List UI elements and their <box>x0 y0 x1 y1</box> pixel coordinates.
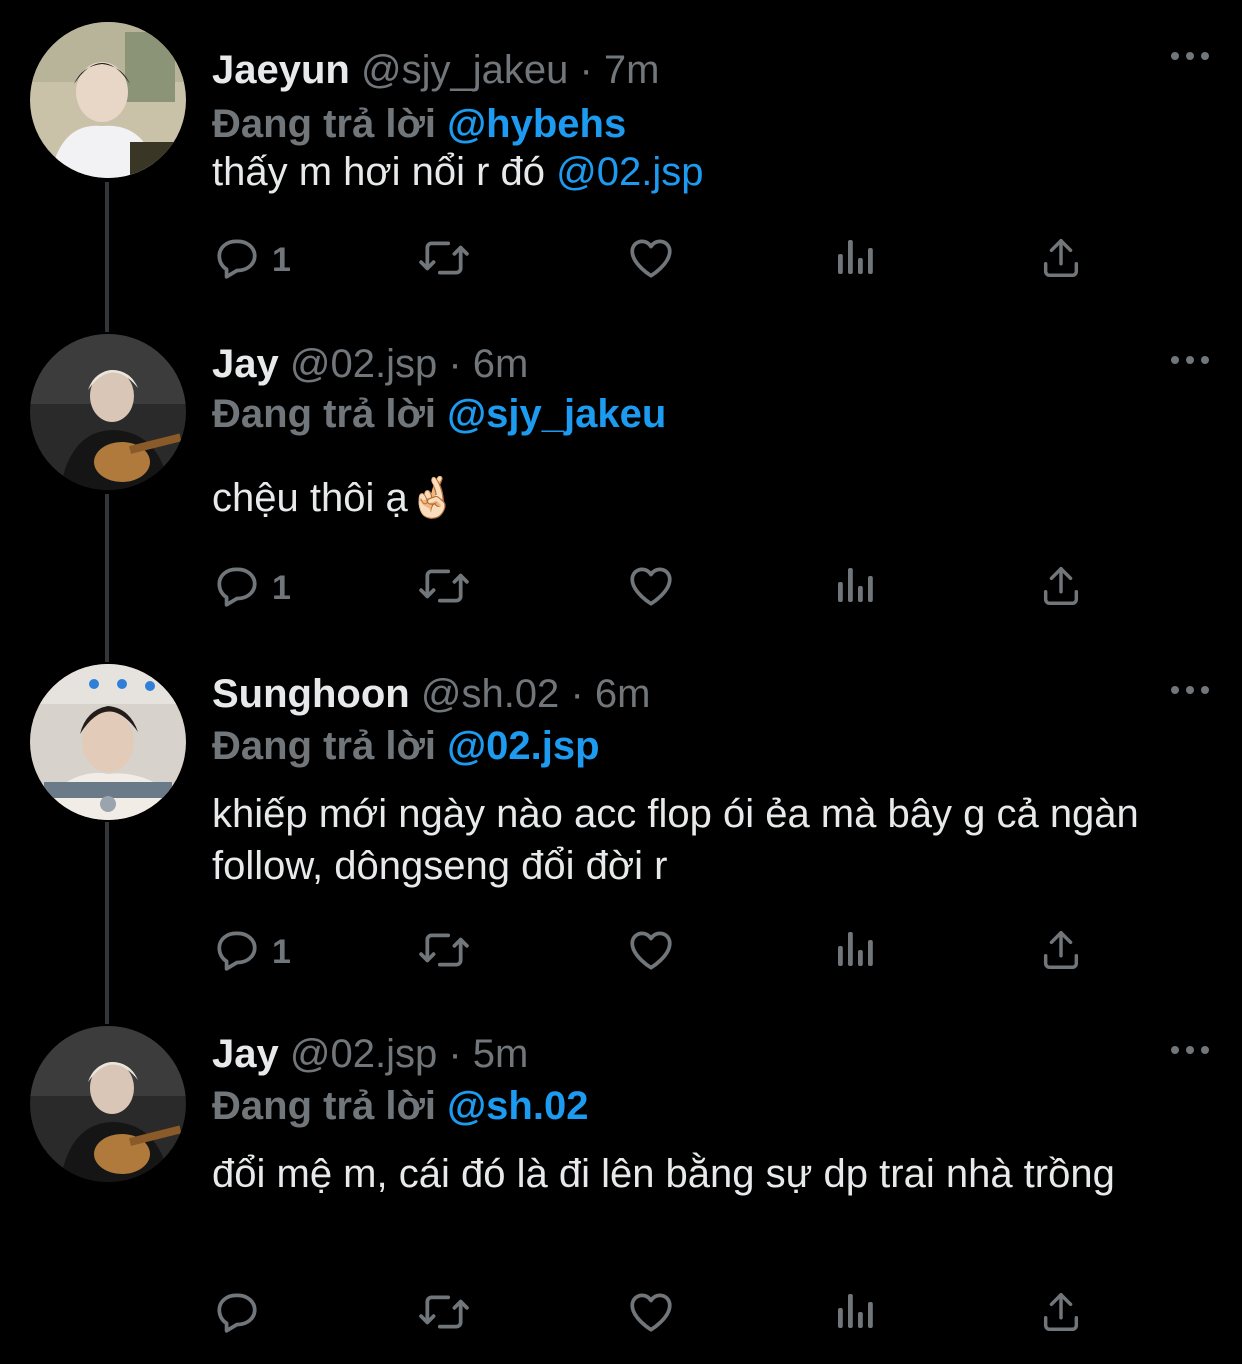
more-options-icon[interactable] <box>1168 672 1212 708</box>
reply-mention-link[interactable]: @02.jsp <box>447 724 599 768</box>
tweet-header: Sunghoon @sh.02 · 6m <box>212 668 650 720</box>
replying-to: Đang trả lời @sjy_jakeu <box>212 388 666 440</box>
tweet-text-content: đổi mệ m, cái đó là đi lên bằng sự dp tr… <box>212 1152 1115 1196</box>
retweet-button[interactable] <box>416 1288 472 1340</box>
tweet-text: thấy m hơi nổi r đó @02.jsp <box>212 146 1192 198</box>
reply-mention-link[interactable]: @sjy_jakeu <box>447 392 666 436</box>
tweet-header: Jaeyun @sjy_jakeu · 7m <box>212 44 659 96</box>
tweet-header: Jay @02.jsp · 5m <box>212 1028 528 1080</box>
more-options-icon[interactable] <box>1168 38 1212 74</box>
share-button[interactable] <box>1038 926 1084 978</box>
replying-label: Đang trả lời <box>212 102 437 146</box>
user-handle[interactable]: @02.jsp <box>290 342 437 386</box>
views-icon <box>834 233 878 288</box>
reply-icon <box>212 925 262 980</box>
retweet-button[interactable] <box>416 234 472 286</box>
tweet[interactable]: Jaeyun @sjy_jakeu · 7m Đang trả lời @hyb… <box>0 22 1242 322</box>
views-icon <box>834 925 878 980</box>
views-icon <box>834 561 878 616</box>
like-icon <box>626 233 676 288</box>
tweet-text: khiếp mới ngày nào acc flop ói ẻa mà bây… <box>212 788 1192 892</box>
retweet-icon <box>416 925 472 980</box>
avatar[interactable] <box>30 664 186 820</box>
like-icon <box>626 1287 676 1342</box>
user-handle[interactable]: @02.jsp <box>290 1032 437 1076</box>
tweet-text-content: chệu thôi ạ🤞🏻 <box>212 476 458 520</box>
retweet-button[interactable] <box>416 926 472 978</box>
replying-label: Đang trả lời <box>212 392 437 436</box>
replying-to: Đang trả lời @sh.02 <box>212 1080 588 1132</box>
reply-count: 1 <box>272 932 291 971</box>
reply-button[interactable]: 1 <box>212 234 291 286</box>
reply-count: 1 <box>272 568 291 607</box>
display-name[interactable]: Jay <box>212 342 279 386</box>
replying-label: Đang trả lời <box>212 1084 437 1128</box>
like-button[interactable] <box>626 926 676 978</box>
mention-link[interactable]: @02.jsp <box>556 150 703 194</box>
reply-icon <box>212 233 262 288</box>
views-icon <box>834 1287 878 1342</box>
timestamp[interactable]: · 7m <box>579 48 659 92</box>
like-button[interactable] <box>626 562 676 614</box>
views-button[interactable] <box>834 562 878 614</box>
timestamp[interactable]: · 6m <box>448 342 528 386</box>
tweet-text: chệu thôi ạ🤞🏻 <box>212 472 1192 524</box>
like-button[interactable] <box>626 234 676 286</box>
tweet[interactable]: Jay @02.jsp · 6m Đang trả lời @sjy_jakeu… <box>0 334 1242 654</box>
views-button[interactable] <box>834 926 878 978</box>
user-handle[interactable]: @sh.02 <box>421 672 559 716</box>
reply-count: 1 <box>272 240 291 279</box>
like-icon <box>626 925 676 980</box>
timestamp[interactable]: · 5m <box>448 1032 528 1076</box>
share-button[interactable] <box>1038 562 1084 614</box>
action-bar: 1 <box>212 562 1112 614</box>
like-icon <box>626 561 676 616</box>
tweet-text: đổi mệ m, cái đó là đi lên bằng sự dp tr… <box>212 1148 1192 1200</box>
avatar[interactable] <box>30 1026 186 1182</box>
timestamp[interactable]: · 6m <box>570 672 650 716</box>
retweet-button[interactable] <box>416 562 472 614</box>
replying-to: Đang trả lời @02.jsp <box>212 720 600 772</box>
action-bar: 1 <box>212 234 1112 286</box>
tweet-header: Jay @02.jsp · 6m <box>212 338 528 390</box>
tweet-text-content: thấy m hơi nổi r đó <box>212 150 557 194</box>
replying-label: Đang trả lời <box>212 724 437 768</box>
reply-icon <box>212 561 262 616</box>
more-options-icon[interactable] <box>1168 342 1212 378</box>
share-icon <box>1038 925 1084 980</box>
retweet-icon <box>416 233 472 288</box>
views-button[interactable] <box>834 234 878 286</box>
reply-button[interactable]: 1 <box>212 562 291 614</box>
action-bar: 1 <box>212 926 1112 978</box>
share-button[interactable] <box>1038 1288 1084 1340</box>
share-icon <box>1038 561 1084 616</box>
share-icon <box>1038 1287 1084 1342</box>
reply-button[interactable]: 1 <box>212 926 291 978</box>
replying-to: Đang trả lời @hybehs <box>212 98 626 150</box>
retweet-icon <box>416 561 472 616</box>
user-handle[interactable]: @sjy_jakeu <box>361 48 568 92</box>
display-name[interactable]: Sunghoon <box>212 672 410 716</box>
reply-icon <box>212 1287 262 1342</box>
action-bar <box>212 1288 1112 1340</box>
display-name[interactable]: Jaeyun <box>212 48 350 92</box>
tweet[interactable]: Jay @02.jsp · 5m Đang trả lời @sh.02 đổi… <box>0 1026 1242 1364</box>
tweet[interactable]: Sunghoon @sh.02 · 6m Đang trả lời @02.js… <box>0 664 1242 1014</box>
share-button[interactable] <box>1038 234 1084 286</box>
more-options-icon[interactable] <box>1168 1032 1212 1068</box>
reply-button[interactable] <box>212 1288 272 1340</box>
avatar[interactable] <box>30 22 186 178</box>
like-button[interactable] <box>626 1288 676 1340</box>
avatar[interactable] <box>30 334 186 490</box>
display-name[interactable]: Jay <box>212 1032 279 1076</box>
views-button[interactable] <box>834 1288 878 1340</box>
reply-mention-link[interactable]: @hybehs <box>447 102 626 146</box>
share-icon <box>1038 233 1084 288</box>
tweet-text-content: khiếp mới ngày nào acc flop ói ẻa mà bây… <box>212 792 1139 888</box>
reply-mention-link[interactable]: @sh.02 <box>447 1084 588 1128</box>
retweet-icon <box>416 1287 472 1342</box>
